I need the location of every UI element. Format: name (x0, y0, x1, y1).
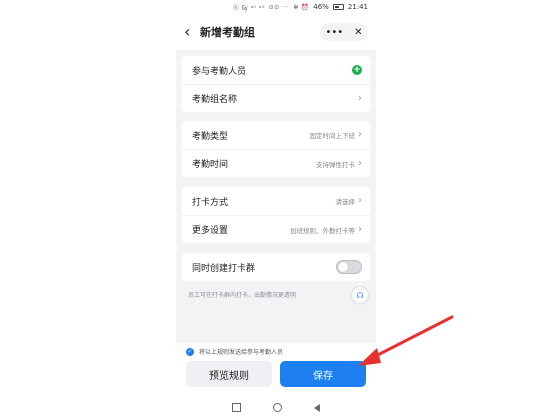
attendance-type-value: 固定时间上下班 (309, 132, 356, 140)
app-icons: ⊙⊙ ··· (268, 3, 290, 11)
type-card: 考勤类型 固定时间上下班 › 考勤时间 支持弹性打卡 › (182, 121, 370, 177)
send-rules-option[interactable]: ✓ 将以上规则发送给参与考勤人员 (186, 347, 283, 356)
punch-method-row[interactable]: 打卡方式 请选择 › (182, 187, 370, 215)
page-title: 新增考勤组 (200, 26, 255, 39)
back-icon[interactable]: ‹ (184, 24, 198, 40)
create-group-toggle[interactable] (336, 260, 362, 274)
chevron-right-icon: › (358, 129, 362, 140)
chevron-right-icon: › (358, 195, 362, 206)
toggle-knob (338, 262, 348, 272)
signal-icons: ⓗ ㏉ ᵃˡˡ ᵃˡˡ (232, 4, 265, 12)
participants-card: 参与考勤人员 + 考勤组名称 › (182, 56, 370, 112)
chevron-right-icon: › (358, 92, 362, 104)
create-group-row: 同时创建打卡群 (182, 253, 370, 281)
group-name-label: 考勤组名称 (192, 95, 238, 105)
participants-row[interactable]: 参与考勤人员 + (182, 56, 370, 84)
attendance-type-row[interactable]: 考勤类型 固定时间上下班 › (182, 121, 370, 149)
checkbox-checked-icon[interactable]: ✓ (186, 347, 194, 356)
bluetooth-alarm-icons: ✻ ⏰ (293, 3, 310, 11)
more-settings-row[interactable]: 更多设置 加班规则、外勤打卡等 › (182, 215, 370, 243)
phone-screen: ⓗ ㏉ ᵃˡˡ ᵃˡˡ ⊙⊙ ··· ✻ ⏰ 46% 21:41 ‹ 新增考勤组… (176, 0, 376, 420)
battery-icon (332, 4, 344, 10)
attendance-type-label: 考勤类型 (192, 131, 229, 142)
customer-service-icon[interactable]: ☊ (352, 287, 368, 303)
attendance-time-row[interactable]: 考勤时间 支持弹性打卡 › (182, 149, 370, 177)
back-triangle-icon[interactable] (314, 403, 320, 412)
title-bar: ‹ 新增考勤组 ••• ✕ (176, 14, 376, 50)
create-group-label: 同时创建打卡群 (192, 263, 256, 274)
punch-method-label: 打卡方式 (192, 197, 229, 208)
chevron-right-icon: › (358, 223, 362, 235)
save-button[interactable]: 保存 (280, 361, 366, 387)
mini-program-capsule: ••• ✕ (320, 23, 368, 41)
attendance-time-value: 支持弹性打卡 (316, 160, 355, 169)
more-settings-value: 加班规则、外勤打卡等 (290, 226, 355, 235)
method-card: 打卡方式 请选择 › 更多设置 加班规则、外勤打卡等 › (182, 187, 370, 243)
battery-percent: 46% (313, 3, 329, 11)
chevron-right-icon: › (358, 157, 362, 169)
create-group-card: 同时创建打卡群 (182, 253, 370, 281)
hint-text: 员工可在打卡群内打卡，出勤情况更透明 (188, 292, 297, 299)
punch-method-value: 请选择 (335, 198, 356, 206)
status-time: 21:41 (347, 3, 368, 11)
more-button[interactable]: ••• (325, 27, 343, 38)
add-participant-icon[interactable]: + (352, 65, 362, 75)
group-name-row[interactable]: 考勤组名称 › (182, 84, 370, 112)
status-bar: ⓗ ㏉ ᵃˡˡ ᵃˡˡ ⊙⊙ ··· ✻ ⏰ 46% 21:41 (176, 0, 376, 14)
send-rules-text: 将以上规则发送给参与考勤人员 (199, 349, 284, 356)
close-button[interactable]: ✕ (354, 27, 362, 38)
android-nav-bar (176, 395, 376, 420)
more-settings-label: 更多设置 (192, 226, 229, 236)
bottom-action-bar: ✓ 将以上规则发送给参与考勤人员 预览规则 保存 (176, 343, 376, 395)
attendance-time-label: 考勤时间 (192, 160, 229, 170)
participants-label: 参与考勤人员 (192, 66, 247, 77)
recents-icon[interactable] (232, 403, 241, 412)
preview-rules-button[interactable]: 预览规则 (186, 361, 272, 387)
home-icon[interactable] (273, 403, 282, 412)
